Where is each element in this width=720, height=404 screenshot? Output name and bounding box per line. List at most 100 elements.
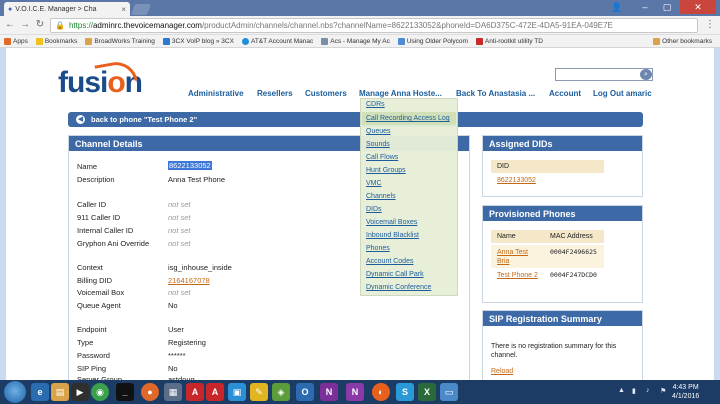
dropdown-item-phones[interactable]: Phones (366, 245, 390, 252)
bookmark-3cx[interactable]: 3CX VoIP blog » 3CX (159, 37, 238, 45)
bookmark-bookmarks[interactable]: Bookmarks (32, 37, 82, 45)
bookmark-broadworks[interactable]: BroadWorks Training (81, 37, 159, 45)
phone-name-link[interactable]: Test Phone 2 (497, 271, 542, 280)
excel-icon[interactable]: X (418, 383, 436, 401)
flag-icon[interactable]: ⚑ (660, 387, 666, 395)
minimize-icon[interactable]: – (634, 0, 656, 14)
other-bookmarks[interactable]: Other bookmarks (649, 35, 716, 48)
bookmark-att[interactable]: AT&T Account Manac (238, 37, 317, 45)
bookmark-polycom[interactable]: Using Older Polycom (394, 37, 472, 45)
dropdown-item-dynamic-conference[interactable]: Dynamic Conference (366, 284, 431, 291)
dropdown-item-cdrs[interactable]: CDRs (366, 101, 385, 108)
field-value-billing-did[interactable]: 2164167078 (168, 276, 210, 285)
command-prompt-icon[interactable]: _ (116, 383, 134, 401)
search-icon[interactable]: ⌕ (640, 69, 652, 80)
dropdown-item-dids[interactable]: DIDs (366, 206, 382, 213)
browser-tab-title: V.O.I.C.E. Manager > Cha (15, 5, 97, 13)
dropdown-item-call-flows[interactable]: Call Flows (366, 154, 398, 161)
dropdown-item-dynamic-call-park[interactable]: Dynamic Call Park (366, 271, 424, 278)
remote-desktop-icon[interactable]: ▭ (440, 383, 458, 401)
media-player-icon[interactable]: ▶ (71, 383, 89, 401)
voip-app-icon[interactable]: ◐ (372, 383, 390, 401)
dropdown-item-account-codes[interactable]: Account Codes (366, 258, 413, 265)
dropdown-item-vmc[interactable]: VMC (366, 180, 382, 187)
field-value-911-caller-id: not set (168, 213, 191, 222)
nav-manage-anna[interactable]: Manage Anna Hoste... (359, 89, 442, 98)
onenote-icon[interactable]: N (320, 383, 338, 401)
pdf-icon[interactable]: A (206, 383, 224, 401)
dropdown-item-call-recording-log[interactable]: Call Recording Access Log (366, 115, 450, 122)
acrobat-icon[interactable]: A (186, 383, 204, 401)
field-value-caller-id: not set (168, 200, 191, 209)
windows-start-icon[interactable] (4, 381, 26, 403)
dropdown-item-voicemail-boxes[interactable]: Voicemail Boxes (366, 219, 417, 226)
nav-customers[interactable]: Customers (305, 89, 347, 98)
profile-icon[interactable]: 👤 (610, 2, 624, 13)
network-tray-icon[interactable]: ▮ (632, 387, 636, 395)
dropdown-item-sounds[interactable]: Sounds (366, 141, 390, 148)
back-arrow-icon[interactable]: ← (4, 19, 16, 31)
assigned-did-link[interactable]: 8622133052 (497, 177, 536, 184)
onenote-2-icon[interactable]: N (346, 383, 364, 401)
dropdown-item-channels[interactable]: Channels (366, 193, 396, 200)
search-input[interactable] (555, 68, 653, 81)
sip-registration-title: SIP Registration Summary (483, 311, 642, 326)
nav-administrative[interactable]: Administrative (188, 89, 244, 98)
star-icon (35, 37, 43, 45)
screen-capture-icon[interactable]: ▣ (228, 383, 246, 401)
bookmark-apps[interactable]: Apps (0, 37, 32, 45)
att-icon (241, 37, 249, 45)
skype-icon[interactable]: S (396, 383, 414, 401)
close-window-icon[interactable]: ✕ (680, 0, 716, 14)
taskbar-time: 4:43 PM (672, 384, 699, 391)
field-label-password: Password (77, 351, 110, 360)
url-scheme: https:// (68, 21, 93, 30)
field-label-description: Description (77, 175, 115, 184)
field-label-context: Context (77, 263, 103, 272)
forward-arrow-icon[interactable]: → (19, 19, 31, 31)
site-icon (162, 37, 170, 45)
field-value-password: ****** (168, 351, 186, 360)
field-value-voicemail-box: not set (168, 288, 191, 297)
outlook-icon[interactable]: O (296, 383, 314, 401)
back-to-phone-label: back to phone "Test Phone 2" (91, 115, 198, 124)
network-icon[interactable]: ◈ (272, 383, 290, 401)
chrome-icon[interactable]: ◉ (91, 383, 109, 401)
nav-resellers[interactable]: Resellers (257, 89, 293, 98)
reload-icon[interactable]: ↻ (34, 19, 46, 31)
close-tab-icon[interactable]: × (121, 5, 126, 14)
bookmark-antirootkit[interactable]: Anti-rootkit utility TD (472, 37, 547, 45)
browser-tab[interactable]: ● V.O.I.C.E. Manager > Cha × (4, 2, 130, 16)
field-value-context: isg_inhouse_inside (168, 263, 232, 272)
nav-account[interactable]: Account (549, 89, 581, 98)
volume-icon[interactable]: ♪ (646, 387, 650, 394)
field-value-name: 8622133052 (168, 161, 212, 170)
sticky-notes-icon[interactable]: ✎ (250, 383, 268, 401)
page-favicon-icon: ● (8, 5, 13, 13)
field-label-voicemail-box: Voicemail Box (77, 288, 125, 297)
apps-icon (4, 37, 11, 45)
browser-menu-icon[interactable]: ⋮ (705, 19, 715, 31)
firefox-icon[interactable]: ● (141, 383, 159, 401)
dropdown-item-inbound-blacklist[interactable]: Inbound Blacklist (366, 232, 419, 239)
app-icon[interactable]: ▦ (164, 383, 182, 401)
field-label-billing-did: Billing DID (77, 276, 113, 285)
phone-name-link[interactable]: Anna Test Bria (497, 248, 542, 266)
phones-header-mac: MAC Address (550, 233, 593, 240)
nav-back-to-anastasia[interactable]: Back To Anastasia ... (456, 89, 535, 98)
bookmark-acs[interactable]: Acs - Manage My Ac (317, 37, 394, 45)
field-label-internal-caller-id: Internal Caller ID (77, 226, 134, 235)
maximize-icon[interactable]: ▢ (656, 0, 678, 14)
dropdown-item-queues[interactable]: Queues (366, 128, 391, 135)
ie-icon[interactable]: e (31, 383, 49, 401)
did-column-header: DID (491, 160, 604, 173)
nav-logout[interactable]: Log Out amaric (593, 89, 652, 98)
url-input[interactable]: 🔒 https://adminrc.thevoicemanager.com/pr… (50, 18, 698, 33)
taskbar-clock[interactable]: 4:43 PM 4/1/2016 (672, 383, 699, 401)
reload-link[interactable]: Reload (491, 368, 513, 375)
file-explorer-icon[interactable]: ▤ (51, 383, 69, 401)
back-to-phone-bar[interactable]: ◀ back to phone "Test Phone 2" (68, 112, 643, 127)
dropdown-item-hunt-groups[interactable]: Hunt Groups (366, 167, 406, 174)
tray-arrow-icon[interactable]: ▲ (618, 387, 625, 394)
phone-mac: 0004F247DCD0 (550, 271, 597, 279)
